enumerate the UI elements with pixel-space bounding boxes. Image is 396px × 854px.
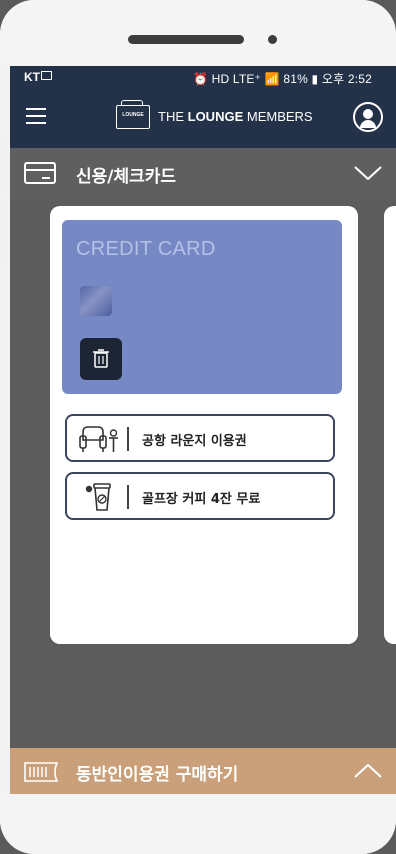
next-card-panel[interactable] bbox=[384, 206, 396, 644]
trash-icon bbox=[93, 349, 109, 368]
speaker-grille bbox=[128, 35, 244, 44]
benefit-coffee-button[interactable]: 골프장 커피 4잔 무료 bbox=[65, 472, 335, 520]
power-button bbox=[0, 205, 6, 260]
chevron-down-icon[interactable] bbox=[354, 166, 382, 180]
lounge-logo-icon: LOUNGE bbox=[116, 100, 150, 129]
phone-bottom-bezel bbox=[0, 794, 396, 854]
bottom-bar-title: 동반인이용권 구매하기 bbox=[76, 765, 239, 785]
credit-card-icon bbox=[24, 162, 56, 184]
volume-button bbox=[0, 140, 6, 192]
status-right: ⏰ HD LTE⁺ 📶 81% ▮ 오후 2:52 bbox=[192, 72, 372, 86]
user-profile-icon[interactable] bbox=[353, 102, 383, 132]
brand-title: THE LOUNGE MEMBERS bbox=[158, 109, 313, 124]
carrier-badge-icon bbox=[41, 71, 52, 80]
app-header: LOUNGE THE LOUNGE MEMBERS bbox=[10, 88, 396, 148]
status-bar: KT ⏰ HD LTE⁺ 📶 81% ▮ 오후 2:52 bbox=[10, 66, 396, 88]
ticket-icon bbox=[24, 762, 58, 782]
benefit-lounge-button[interactable]: 공항 라운지 이용권 bbox=[65, 414, 335, 462]
card-section-header[interactable]: 신용/체크카드 bbox=[10, 148, 396, 200]
card-title: CREDIT CARD bbox=[76, 238, 216, 260]
chevron-up-icon[interactable] bbox=[354, 764, 382, 778]
companion-ticket-bar[interactable]: 동반인이용권 구매하기 bbox=[10, 748, 396, 794]
delete-card-button[interactable] bbox=[80, 338, 122, 380]
credit-card[interactable]: CREDIT CARD bbox=[62, 220, 342, 394]
lounge-chair-icon bbox=[79, 426, 118, 452]
coffee-cup-icon bbox=[85, 483, 111, 511]
app-screen: KT ⏰ HD LTE⁺ 📶 81% ▮ 오후 2:52 LOUNGE THE … bbox=[10, 66, 396, 794]
menu-icon[interactable] bbox=[26, 108, 46, 124]
benefit-label: 공항 라운지 이용권 bbox=[142, 434, 247, 449]
card-panel: CREDIT CARD 공항 라운지 이용권 골프장 커피 4잔 무료 bbox=[50, 206, 358, 644]
phone-frame: KT ⏰ HD LTE⁺ 📶 81% ▮ 오후 2:52 LOUNGE THE … bbox=[0, 0, 396, 854]
carrier-name: KT bbox=[24, 70, 40, 84]
benefit-divider bbox=[127, 427, 129, 451]
section-title: 신용/체크카드 bbox=[76, 167, 177, 187]
front-camera bbox=[268, 35, 277, 44]
benefit-label: 골프장 커피 4잔 무료 bbox=[142, 492, 261, 507]
benefit-divider bbox=[127, 485, 129, 509]
card-chip-icon bbox=[80, 286, 112, 316]
phone-top-bezel bbox=[0, 0, 396, 66]
